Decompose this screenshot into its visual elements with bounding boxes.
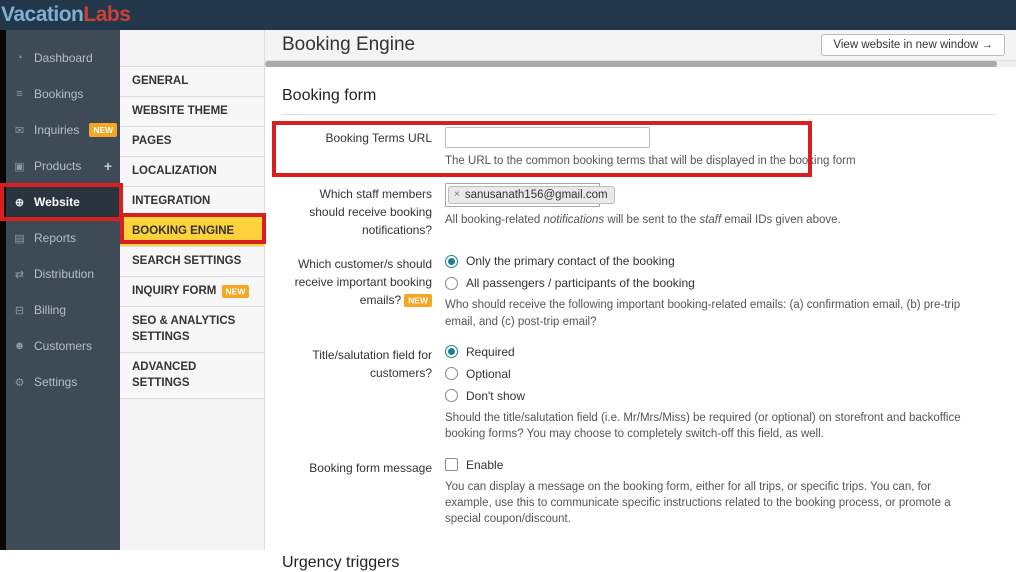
scrollbar-thumb[interactable]: [265, 61, 997, 67]
sidebar-item-bookings[interactable]: ≡ Bookings: [6, 76, 120, 112]
sidebar-item-customers[interactable]: ☻ Customers: [6, 328, 120, 364]
settings-icon: ⚙: [14, 376, 25, 389]
booking-engine-content: Booking form Booking Terms URL The URL t…: [265, 67, 1016, 572]
email-chip-text: sanusanath156@gmail.com: [464, 189, 608, 202]
enable-message-checkbox[interactable]: Enable: [445, 457, 975, 473]
sidebar-item-distribution[interactable]: ⇄ Distribution: [6, 256, 120, 292]
booking-form-message-row: Booking form message Enable You can disp…: [282, 457, 996, 528]
customer-emails-help: Who should receive the following importa…: [445, 299, 961, 328]
sidebar-item-label: Billing: [34, 303, 67, 317]
new-badge: NEW: [221, 284, 250, 298]
sidebar-item-reports[interactable]: ▤ Reports: [6, 220, 120, 256]
sidebar-item-label: Settings: [34, 375, 78, 389]
sidebar-item-label: Reports: [34, 231, 77, 245]
sidebar-item-settings[interactable]: ⚙ Settings: [6, 364, 120, 400]
nav-item-localization[interactable]: LOCALIZATION: [120, 157, 264, 187]
radio-optional[interactable]: Optional: [445, 366, 975, 382]
sidebar-item-dashboard[interactable]: ◔ Dashboard: [6, 40, 120, 76]
website-icon: ⊕: [14, 196, 25, 209]
radio-all-passengers[interactable]: All passengers / participants of the boo…: [445, 275, 975, 291]
nav-item-inquiry-form[interactable]: INQUIRY FORM NEW: [120, 277, 264, 307]
booking-form-message-help: You can display a message on the booking…: [445, 480, 951, 526]
sidebar-item-label: Distribution: [34, 267, 95, 281]
website-settings-nav: GENERAL WEBSITE THEME PAGES LOCALIZATION…: [120, 30, 265, 550]
sidebar-item-label: Website: [34, 195, 80, 209]
sidebar-item-label: Inquiries: [34, 123, 80, 137]
customer-emails-row: Which customer/s should receive importan…: [282, 253, 996, 330]
section-title-urgency-triggers: Urgency triggers: [282, 553, 400, 571]
page-header: Booking Engine View website in new windo…: [265, 30, 1016, 61]
page-title: Booking Engine: [282, 34, 416, 55]
customer-emails-label: Which customer/s should receive importan…: [294, 257, 432, 308]
new-badge: NEW: [89, 123, 118, 137]
email-chip: × sanusanath156@gmail.com: [448, 186, 615, 205]
booking-terms-url-label: Booking Terms URL: [325, 131, 433, 145]
new-badge: NEW: [404, 293, 432, 307]
nav-item-integration[interactable]: INTEGRATION: [120, 187, 264, 217]
sidebar-item-inquiries[interactable]: ✉ Inquiries NEW: [6, 112, 120, 148]
view-website-button[interactable]: View website in new window →: [821, 34, 1005, 56]
booking-form-message-label: Booking form message: [309, 460, 432, 475]
salutation-field-help: Should the title/salutation field (i.e. …: [445, 411, 961, 441]
remove-email-icon[interactable]: ×: [454, 190, 460, 200]
radio-primary-contact-only[interactable]: Only the primary contact of the booking: [445, 253, 975, 269]
radio-selected-icon: [445, 345, 458, 359]
add-product-icon[interactable]: +: [104, 158, 112, 174]
radio-selected-icon: [445, 254, 458, 268]
salutation-field-label: Title/salutation field for customers?: [312, 347, 432, 380]
sidebar-item-website[interactable]: ⊕ Website: [6, 184, 120, 220]
booking-terms-url-row: Booking Terms URL The URL to the common …: [282, 127, 996, 169]
sidebar-item-label: Bookings: [34, 87, 84, 101]
nav-item-seo-analytics-settings[interactable]: SEO & ANALYTICS SETTINGS: [120, 307, 264, 353]
top-bar: VacationLabs: [0, 0, 1016, 30]
customers-icon: ☻: [13, 340, 26, 352]
sidebar-item-products[interactable]: ▣ Products +: [6, 148, 120, 184]
sidebar-item-label: Dashboard: [34, 51, 93, 65]
staff-email-tag-input[interactable]: × sanusanath156@gmail.com: [445, 183, 615, 208]
billing-icon: ⊟: [14, 304, 25, 317]
section-title-booking-form: Booking form: [282, 87, 996, 115]
horizontal-scrollbar[interactable]: [265, 61, 1016, 67]
reports-icon: ▤: [14, 232, 25, 245]
radio-unselected-icon: [445, 367, 458, 381]
products-icon: ▣: [14, 160, 25, 173]
booking-terms-url-help: The URL to the common booking terms that…: [445, 155, 856, 167]
vacationlabs-logo: VacationLabs: [1, 0, 131, 30]
sidebar-item-label: Customers: [34, 339, 93, 353]
nav-item-website-theme[interactable]: WEBSITE THEME: [120, 97, 264, 127]
primary-sidebar: ◔ Dashboard ≡ Bookings ✉ Inquiries NEW ▣…: [6, 30, 120, 550]
checkbox-unchecked-icon: [445, 458, 458, 472]
main-panel: Booking Engine View website in new windo…: [265, 30, 1016, 571]
nav-item-general[interactable]: GENERAL: [120, 67, 264, 97]
logo-part-labs: Labs: [83, 3, 131, 26]
radio-unselected-icon: [445, 276, 458, 290]
booking-terms-url-input[interactable]: [445, 127, 650, 148]
sidebar-item-billing[interactable]: ⊟ Billing: [6, 292, 120, 328]
nav-item-search-settings[interactable]: SEARCH SETTINGS: [120, 247, 264, 277]
salutation-field-row: Title/salutation field for customers? Re…: [282, 344, 996, 443]
dashboard-icon: ◔: [16, 52, 23, 64]
logo-part-vacation: Vacation: [1, 3, 84, 26]
staff-notifications-row: Which staff members should receive booki…: [282, 183, 996, 239]
staff-notifications-label: Which staff members should receive booki…: [309, 187, 432, 238]
nav-item-pages[interactable]: PAGES: [120, 127, 264, 157]
sidebar-item-label: Products: [34, 159, 82, 173]
inquiries-icon: ✉: [14, 124, 25, 137]
radio-dont-show[interactable]: Don't show: [445, 388, 975, 404]
distribution-icon: ⇄: [14, 268, 25, 281]
nav-item-advanced-settings[interactable]: ADVANCED SETTINGS: [120, 353, 264, 399]
radio-unselected-icon: [445, 389, 458, 403]
bookings-icon: ≡: [16, 88, 23, 100]
nav-item-booking-engine[interactable]: BOOKING ENGINE: [120, 217, 264, 247]
radio-required[interactable]: Required: [445, 344, 975, 360]
staff-notifications-help: All booking-related notifications will b…: [445, 214, 841, 227]
